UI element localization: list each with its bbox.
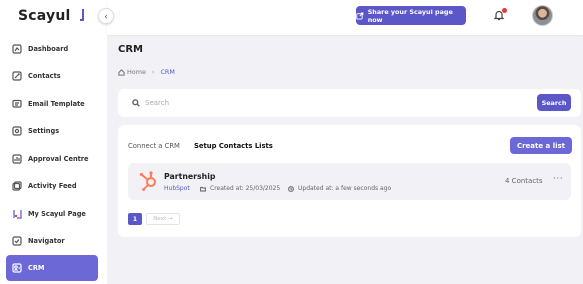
search-card: Search	[118, 89, 581, 117]
folder-icon	[200, 186, 206, 192]
sidebar-item-contacts[interactable]: Contacts	[6, 63, 98, 89]
hubspot-icon	[138, 170, 160, 192]
email-template-icon	[12, 99, 22, 109]
sidebar: Scayul Dashboard Contacts Email Template…	[0, 0, 107, 284]
list-item[interactable]: Partnership HubSpot Created at: 25/03/20…	[128, 163, 571, 200]
settings-icon	[12, 126, 22, 136]
crm-icon	[12, 263, 22, 273]
sidebar-item-label: Contacts	[28, 72, 61, 80]
scayul-page-icon	[12, 209, 22, 219]
share-page-label: Share your Scayul page now	[367, 7, 453, 24]
dashboard-icon	[12, 44, 22, 54]
tab-connect-crm[interactable]: Connect a CRM	[128, 142, 180, 150]
list-source: HubSpot	[164, 185, 190, 192]
top-header: Share your Scayul page now	[107, 0, 583, 35]
create-list-button[interactable]: Create a list	[510, 137, 572, 154]
share-page-button[interactable]: Share your Scayul page now	[356, 6, 466, 25]
sidebar-item-label: Activity Feed	[28, 182, 77, 190]
search-icon	[132, 99, 140, 107]
pagination-page-1[interactable]: 1	[128, 213, 142, 225]
external-link-icon	[356, 11, 364, 20]
home-icon	[118, 68, 125, 76]
sidebar-item-approval-centre[interactable]: Approval Centre	[6, 146, 98, 172]
clock-icon	[288, 185, 294, 192]
sidebar-item-label: Approval Centre	[28, 155, 89, 163]
list-created-text: Created at: 25/03/2025	[210, 185, 281, 192]
collapse-sidebar-button[interactable]: ‹	[98, 8, 114, 24]
chevron-left-icon: ‹	[104, 11, 108, 21]
tab-setup-contacts-lists[interactable]: Setup Contacts Lists	[194, 142, 273, 150]
breadcrumb: Home › CRM	[118, 68, 175, 76]
sidebar-item-label: Settings	[28, 127, 60, 135]
sidebar-item-navigator[interactable]: Navigator	[6, 228, 98, 254]
breadcrumb-home[interactable]: Home	[127, 68, 146, 76]
page-title: CRM	[118, 44, 143, 55]
app-logo[interactable]: Scayul	[18, 8, 71, 24]
sidebar-item-crm[interactable]: CRM	[6, 255, 98, 281]
breadcrumb-current: CRM	[160, 68, 175, 76]
sidebar-item-label: Email Template	[28, 100, 85, 108]
search-input[interactable]	[145, 97, 525, 109]
list-updated: Updated at: a few seconds ago	[288, 185, 391, 192]
activity-feed-icon	[12, 181, 22, 191]
sidebar-item-label: Dashboard	[28, 45, 69, 53]
approval-icon	[12, 154, 22, 164]
pagination-next-button[interactable]: Next →	[146, 213, 180, 225]
search-button[interactable]: Search	[537, 94, 571, 111]
sidebar-item-email-template[interactable]: Email Template	[6, 91, 98, 117]
sidebar-item-label: My Scayul Page	[28, 210, 86, 218]
list-updated-text: Updated at: a few seconds ago	[298, 185, 392, 192]
sidebar-item-label: CRM	[28, 264, 45, 272]
sidebar-item-activity-feed[interactable]: Activity Feed	[6, 173, 98, 199]
breadcrumb-separator: ›	[151, 68, 155, 76]
list-contact-count: 4 Contacts	[505, 177, 543, 185]
list-created: Created at: 25/03/2025	[200, 185, 280, 192]
more-options-icon[interactable]: ···	[553, 174, 563, 184]
sidebar-item-my-scayul-page[interactable]: My Scayul Page	[6, 201, 98, 227]
sidebar-item-dashboard[interactable]: Dashboard	[6, 36, 98, 62]
sidebar-item-settings[interactable]: Settings	[6, 118, 98, 144]
user-avatar[interactable]	[532, 5, 553, 26]
notification-badge	[502, 8, 507, 13]
sidebar-item-label: Navigator	[28, 237, 65, 245]
logo-mark-icon	[80, 9, 84, 21]
crm-card: Connect a CRM Setup Contacts Lists Creat…	[118, 125, 581, 237]
list-name: Partnership	[164, 172, 216, 181]
contacts-icon	[12, 71, 22, 81]
navigator-icon	[12, 236, 22, 246]
